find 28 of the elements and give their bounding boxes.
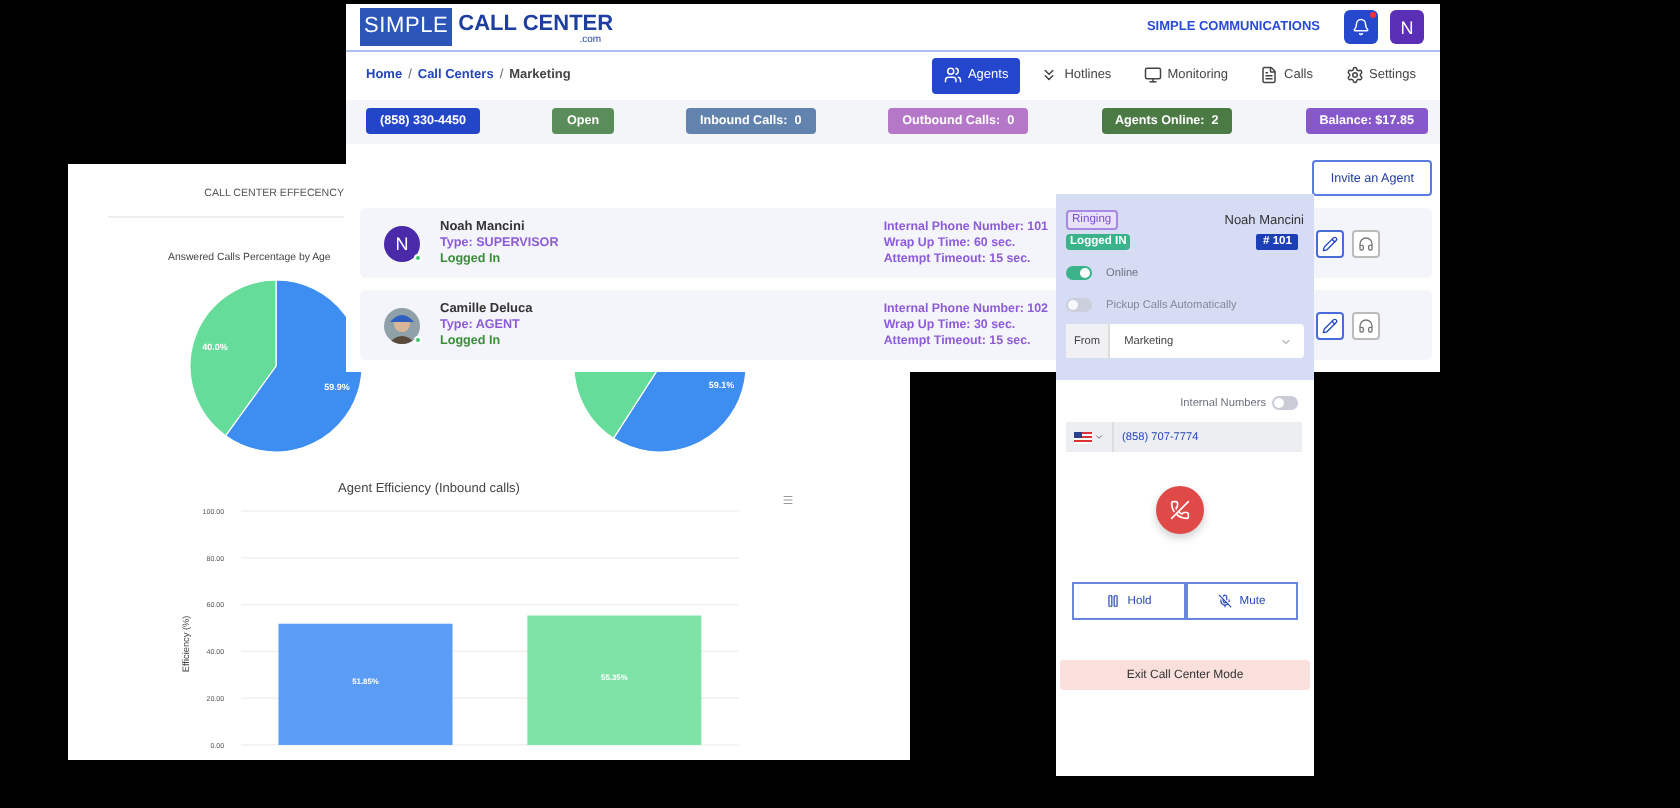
user-avatar[interactable]: N: [1390, 10, 1424, 45]
menu-icon[interactable]: [782, 494, 794, 506]
mic-off-icon: [1217, 594, 1232, 608]
document-icon: [1260, 66, 1279, 85]
caret-icon: [1094, 432, 1104, 442]
edit-button[interactable]: [1316, 311, 1344, 340]
headphones-icon: [1358, 317, 1374, 334]
toggle-switch[interactable]: [1272, 396, 1298, 410]
settings-icon: [1345, 66, 1363, 85]
pause-icon: [1105, 594, 1120, 608]
edit-button[interactable]: [1316, 229, 1344, 258]
agent-avatar: N: [384, 225, 420, 262]
hang-up-button[interactable]: [1156, 486, 1204, 534]
toggle-switch[interactable]: [1066, 266, 1092, 280]
notifications-button[interactable]: [1344, 10, 1378, 45]
flag-icon: [1074, 431, 1092, 443]
bell-icon: [1352, 18, 1370, 37]
users-icon: [943, 66, 962, 85]
headset-button[interactable]: [1352, 229, 1380, 258]
monitor-icon: [1143, 66, 1162, 85]
headphones-icon: [1358, 235, 1374, 252]
country-select[interactable]: [1066, 422, 1114, 452]
caret-icon: [1280, 335, 1292, 347]
headset-button[interactable]: [1352, 311, 1380, 340]
pencil-icon: [1322, 317, 1338, 334]
pencil-icon: [1322, 235, 1338, 252]
double-chevron-icon: [1040, 66, 1059, 85]
phone-off-icon: [1170, 500, 1190, 520]
